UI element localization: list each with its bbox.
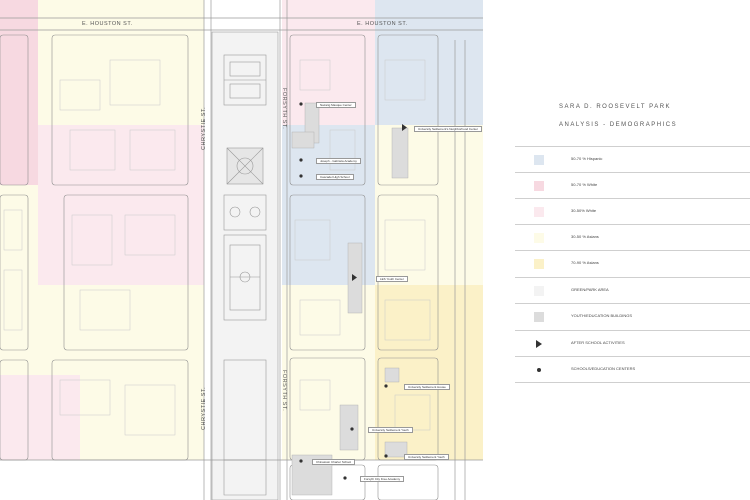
site-map: E. HOUSTON ST. E. HOUSTON ST. CHRYSTIE S… — [0, 0, 483, 500]
place-label-chinatown-charter: Chinatown Charter School — [312, 459, 356, 465]
legend-swatch — [534, 259, 544, 269]
place-label-les-youth: LES Youth Center — [376, 276, 408, 282]
place-label-cascadel: Cascadel High School — [316, 174, 354, 180]
street-label-chrystie-lower: CHRYSTIE ST. — [201, 386, 207, 430]
legend-swatch — [534, 233, 544, 243]
place-label-nazarig: Nazarig Masque Center — [316, 102, 356, 108]
legend-title: SARA D. ROOSEVELT PARK — [559, 104, 672, 110]
triangle-marker-icon — [536, 340, 542, 348]
street-label-chrystie-upper: CHRYSTIE ST. — [201, 106, 207, 150]
legend-item-hispanic: 50-70 % Hispanic — [515, 146, 750, 173]
place-label-us-neighborhood: University Settlement's Neighborhood Cen… — [414, 126, 482, 132]
street-label-houston-left: E. HOUSTON ST. — [82, 21, 133, 27]
legend-label: GREEN/PARK AREA — [571, 287, 609, 292]
street-label-forsyth-lower: FORSYTH ST. — [281, 370, 287, 412]
place-label-joseph-gabriela: Joseph - Gabriela Academy — [316, 158, 361, 164]
legend-item-green-park: GREEN/PARK AREA — [515, 277, 750, 304]
dot-marker-icon — [537, 368, 541, 372]
legend-label: 70-90 % Asians — [571, 260, 599, 265]
park-strip — [211, 31, 279, 500]
place-label-us-youth-2: University Settlement Youth — [404, 454, 449, 460]
legend-panel: SARA D. ROOSEVELT PARK ANALYSIS - DEMOGR… — [483, 0, 750, 500]
legend-swatch — [534, 155, 544, 165]
legend-subtitle: ANALYSIS - DEMOGRAPHICS — [559, 122, 678, 128]
legend-item-after-school: AFTER SCHOOL ACTIVITIES — [515, 330, 750, 357]
street-label-forsyth-upper: FORSYTH ST. — [281, 88, 287, 130]
street-label-houston-right: E. HOUSTON ST. — [357, 21, 408, 27]
legend-item-schools: SCHOOLS/EDUCATION CENTERS — [515, 356, 750, 383]
place-label-us-house: University Settlement House — [404, 384, 450, 390]
legend-item-asians-high: 70-90 % Asians — [515, 250, 750, 277]
legend-label: AFTER SCHOOL ACTIVITIES — [571, 340, 625, 345]
legend-swatch — [534, 286, 544, 296]
legend-label: YOUTH/EDUCATION BUILDINGS — [571, 313, 633, 318]
place-label-forsyth-academy: Forsyth City Free Academy — [360, 476, 405, 482]
legend-item-white-low: 30-50% White — [515, 198, 750, 225]
legend-item-white-high: 50-70 % White — [515, 172, 750, 199]
legend-label: 50-70 % Hispanic — [571, 156, 603, 161]
legend-label: 30-50 % Asians — [571, 234, 599, 239]
legend-label: 50-70 % White — [571, 182, 598, 187]
legend-item-youth-buildings: YOUTH/EDUCATION BUILDINGS — [515, 303, 750, 330]
legend-item-asians-low: 30-50 % Asians — [515, 224, 750, 251]
legend-label: SCHOOLS/EDUCATION CENTERS — [571, 366, 636, 371]
place-label-us-youth-1: University Settlement Youth — [368, 427, 413, 433]
legend-swatch — [534, 312, 544, 322]
legend-swatch — [534, 207, 544, 217]
legend-swatch — [534, 181, 544, 191]
legend-label: 30-50% White — [571, 208, 597, 213]
legend-bottom-rule — [515, 382, 750, 383]
map-graphics — [0, 0, 483, 500]
